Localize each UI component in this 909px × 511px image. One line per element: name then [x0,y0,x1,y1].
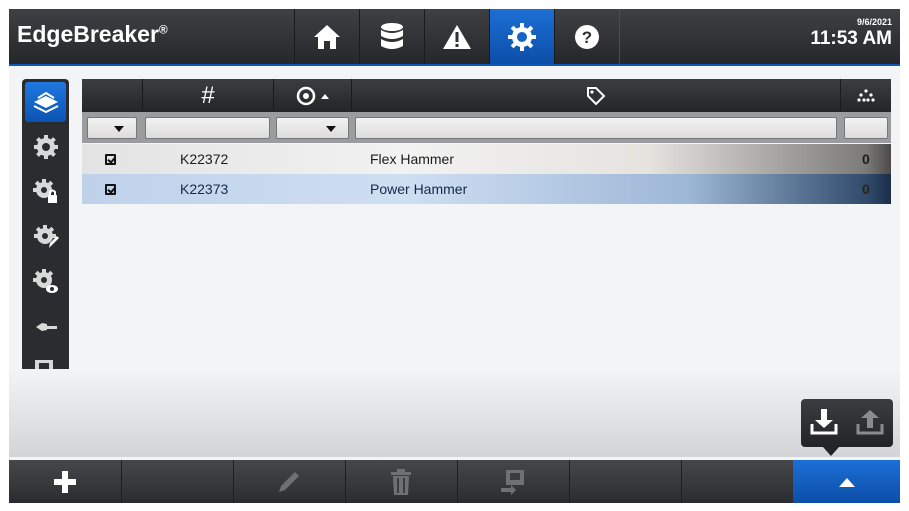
column-label-number: # [201,81,215,109]
table-row[interactable]: K22373 Power Hammer 0 [82,174,891,204]
nav-alerts-button[interactable] [424,9,490,64]
chevron-down-icon [114,126,124,132]
edit-icon [279,471,299,492]
nav-help-button[interactable]: ? [554,9,620,64]
export-button[interactable] [855,406,885,441]
header-bar: EdgeBreaker® ? 9/6/2021 11:53 AM [9,9,900,66]
checkbox-checked-icon [105,183,116,195]
expand-up-icon [838,477,855,487]
help-icon: ? [575,24,599,49]
brand-registered-mark: ® [158,22,168,37]
import-export-popup [801,399,893,456]
filter-number-input[interactable] [145,117,270,139]
delete-button[interactable] [345,460,458,503]
clock: 9/6/2021 11:53 AM [810,17,892,50]
nav-settings-button[interactable] [489,9,555,64]
filter-count-input[interactable] [844,117,888,139]
gear-icon [508,22,536,51]
assign-machine-button[interactable] [457,460,570,503]
brand-title: EdgeBreaker® [17,21,168,48]
date-label: 9/6/2021 [856,17,892,27]
row-type [274,144,351,174]
export-icon [856,409,884,434]
sidebar-item-tools[interactable] [25,82,66,122]
sidebar-item-gear-lock[interactable] [25,172,66,212]
tools-stack-icon [33,91,58,114]
nav-database-button[interactable] [359,9,425,64]
gear-icon [33,135,58,159]
brand-name: EdgeBreaker [17,21,159,47]
tag-icon [587,86,606,105]
database-icon [381,22,403,49]
expand-menu-button[interactable] [793,460,900,503]
hammer-icon [35,323,57,331]
table-header: # [82,79,891,112]
row-count: 0 [862,181,870,197]
sidebar [22,79,69,399]
row-number: K22373 [180,181,229,197]
svg-text:?: ? [582,28,592,47]
filter-name-input[interactable] [355,117,837,139]
table-row[interactable]: K22372 Flex Hammer 0 [82,144,891,174]
import-button[interactable] [809,406,839,441]
warning-icon [443,24,471,49]
toolbar-empty-slot [121,460,234,503]
row-checkbox[interactable] [105,144,125,174]
column-header-number[interactable]: # [143,79,274,112]
column-header-select[interactable] [82,79,143,112]
quantity-icon [857,88,875,102]
toolbar-empty-slot [569,460,682,503]
row-type [274,174,351,204]
add-icon [54,470,76,493]
filter-row [82,112,891,143]
column-header-count[interactable] [841,79,891,112]
sidebar-item-hammer[interactable] [25,307,66,347]
home-icon [314,24,340,49]
sidebar-item-gear-view[interactable] [25,262,66,302]
gear-lock-icon [32,179,57,203]
sidebar-item-settings[interactable] [25,127,66,167]
chevron-down-icon [326,126,336,132]
filter-select-dropdown[interactable] [87,117,137,139]
add-button[interactable] [9,460,122,503]
assign-machine-icon [501,469,524,495]
checkbox-checked-icon [105,153,116,165]
row-number: K22372 [180,151,229,167]
bottom-toolbar [9,460,900,503]
content-background [9,369,900,457]
gear-view-icon [32,269,58,293]
column-header-name[interactable] [352,79,841,112]
row-count: 0 [862,151,870,167]
filter-type-dropdown[interactable] [276,117,349,139]
app-window: EdgeBreaker® ? 9/6/2021 11:53 AM # K2237… [9,9,900,503]
row-checkbox[interactable] [105,174,125,204]
column-header-type[interactable] [274,79,352,112]
row-name: Power Hammer [370,181,468,197]
delete-icon [391,468,411,495]
gear-edit-icon [33,225,59,248]
toolbar-empty-slot [681,460,794,503]
row-name: Flex Hammer [370,151,455,167]
sort-ascending-icon [320,93,329,99]
import-icon [810,408,838,434]
edit-button[interactable] [233,460,346,503]
nav-home-button[interactable] [294,9,360,64]
time-label: 11:53 AM [810,28,892,49]
target-icon [296,86,315,105]
sidebar-item-gear-edit[interactable] [25,217,66,257]
